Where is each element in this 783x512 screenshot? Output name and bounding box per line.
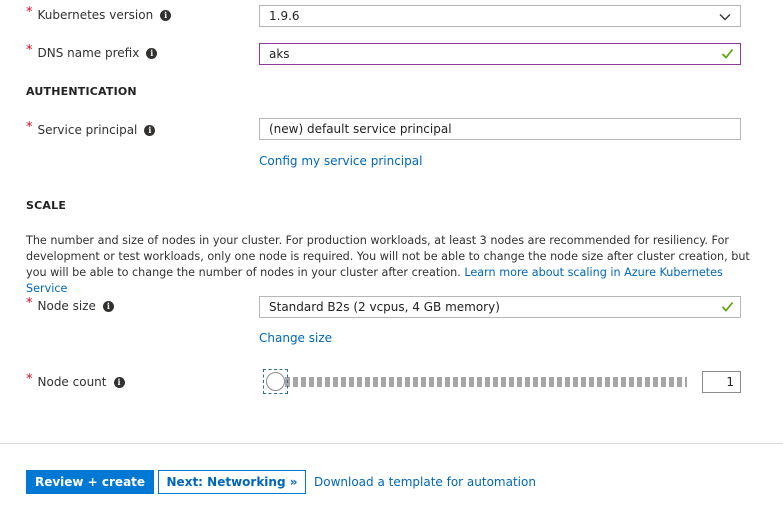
info-icon[interactable]: i: [113, 376, 125, 388]
authentication-heading: AUTHENTICATION: [26, 85, 137, 98]
required-marker: *: [26, 4, 33, 20]
dns-prefix-label: * DNS name prefix i: [26, 42, 158, 63]
service-principal-value: (new) default service principal: [269, 122, 452, 136]
scale-description: The number and size of nodes in your clu…: [26, 233, 756, 297]
required-marker: *: [26, 295, 33, 311]
chevron-down-icon: [719, 14, 731, 21]
service-principal-field[interactable]: (new) default service principal: [259, 118, 741, 140]
slider-track[interactable]: [277, 377, 687, 387]
node-count-label: * Node count i: [26, 372, 125, 392]
node-size-field[interactable]: Standard B2s (2 vcpus, 4 GB memory): [259, 296, 741, 318]
kubernetes-version-select[interactable]: 1.9.6: [259, 5, 741, 27]
kubernetes-version-label-text: Kubernetes version: [37, 8, 154, 22]
scale-heading: SCALE: [26, 199, 67, 212]
kubernetes-version-value: 1.9.6: [269, 9, 300, 23]
info-icon[interactable]: i: [144, 124, 156, 136]
node-count-label-text: Node count: [37, 375, 107, 389]
kubernetes-version-label: * Kubernetes version i: [26, 4, 172, 25]
required-marker: *: [26, 42, 33, 58]
node-count-slider[interactable]: [263, 369, 690, 394]
next-networking-button[interactable]: Next: Networking »: [158, 470, 306, 494]
checkmark-icon: [721, 301, 734, 312]
node-count-input[interactable]: 1: [702, 371, 741, 393]
checkmark-icon: [721, 48, 734, 59]
required-marker: *: [26, 119, 33, 135]
service-principal-label: * Service principal i: [26, 119, 156, 140]
change-size-link[interactable]: Change size: [259, 331, 332, 345]
node-size-label-text: Node size: [37, 299, 96, 313]
slider-focus-outline: [263, 369, 288, 394]
dns-prefix-value: aks: [269, 47, 290, 61]
config-service-principal-link[interactable]: Config my service principal: [259, 154, 422, 168]
required-marker: *: [26, 371, 33, 387]
dns-prefix-label-text: DNS name prefix: [37, 46, 140, 60]
info-icon[interactable]: i: [146, 47, 158, 59]
footer-divider: [0, 443, 783, 444]
download-template-link[interactable]: Download a template for automation: [314, 475, 536, 489]
service-principal-label-text: Service principal: [37, 123, 138, 137]
info-icon[interactable]: i: [160, 9, 172, 21]
review-create-button[interactable]: Review + create: [26, 470, 154, 494]
dns-prefix-input[interactable]: aks: [259, 43, 741, 65]
node-size-label: * Node size i: [26, 296, 114, 316]
node-size-value: Standard B2s (2 vcpus, 4 GB memory): [269, 300, 500, 314]
info-icon[interactable]: i: [102, 300, 114, 312]
